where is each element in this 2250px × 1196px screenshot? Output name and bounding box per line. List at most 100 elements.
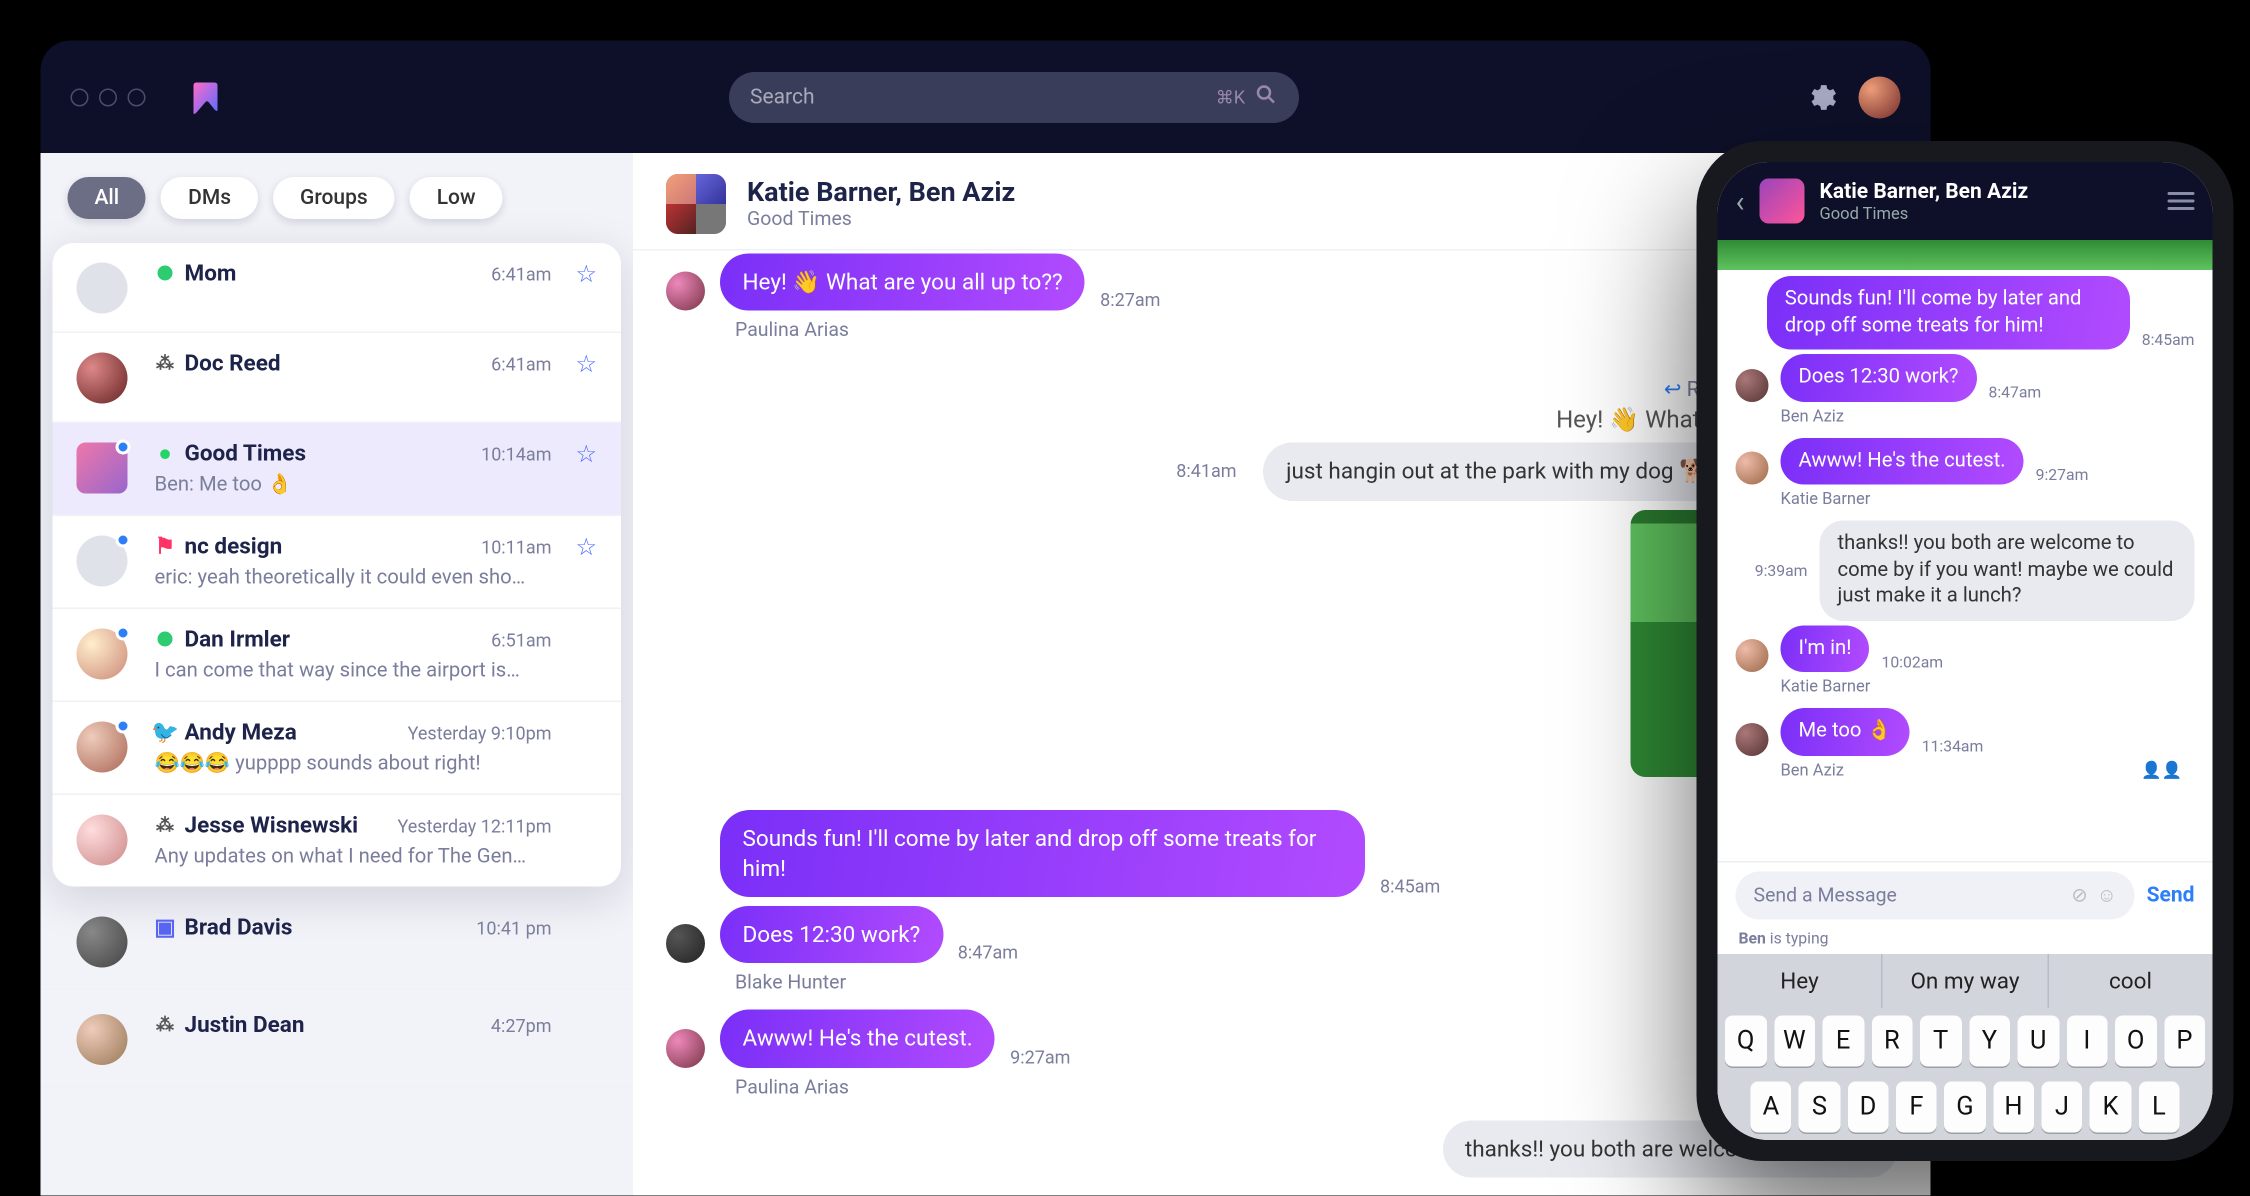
message-sender: Katie Barner [1781, 677, 2195, 697]
star-icon[interactable]: ☆ [575, 350, 597, 379]
conversation-preview: Any updates on what I need for The Gen… [155, 845, 598, 869]
settings-icon[interactable] [1805, 80, 1838, 113]
keyboard-key[interactable]: H [1993, 1082, 2034, 1133]
message-avatar-icon [1736, 452, 1769, 485]
conversation-item[interactable]: ▣Brad Davis 10:41 pm ☆ [41, 893, 634, 991]
keyboard-key[interactable]: G [1944, 1082, 1985, 1133]
phone-mockup: ‹ Katie Barner, Ben Aziz Good Times Soun… [1697, 141, 2234, 1161]
keyboard-key[interactable]: A [1751, 1082, 1792, 1133]
message-bubble: Does 12:30 work? [720, 906, 943, 963]
conversation-item[interactable]: ●Good Times 10:14am ☆ Ben: Me too 👌 [53, 423, 622, 516]
search-input[interactable]: Search ⌘K [729, 71, 1299, 122]
avatar-icon [77, 263, 128, 314]
keyboard-key[interactable]: R [1871, 1016, 1912, 1067]
conversation-preview: eric: yeah theoretically it could even s… [155, 566, 598, 590]
conversation-name: Good Times [185, 440, 307, 467]
menu-icon[interactable] [2168, 192, 2195, 210]
message-time: 8:47am [1988, 382, 2041, 402]
filter-dms[interactable]: DMs [161, 177, 258, 219]
user-avatar[interactable] [1859, 76, 1901, 118]
conversation-time: Yesterday 9:10pm [408, 722, 552, 743]
unread-dot-icon [116, 533, 131, 548]
conversation-time: 10:14am [481, 443, 551, 464]
avatar-icon [77, 722, 128, 773]
star-icon[interactable]: ☆ [575, 533, 597, 562]
message-avatar-icon [666, 272, 705, 311]
keyboard-key[interactable]: J [2041, 1082, 2082, 1133]
avatar-icon [77, 815, 128, 866]
keyboard-key[interactable]: I [2066, 1016, 2107, 1067]
keyboard-row: A S D F G H J K L [1718, 1074, 2213, 1140]
back-icon[interactable]: ‹ [1736, 183, 1745, 219]
conversation-preview: I can come that way since the airport is… [155, 659, 598, 683]
message-sender: Ben Aziz [1781, 760, 1844, 780]
conversation-item[interactable]: ⁂Justin Dean 4:27pm ☆ [41, 990, 634, 1088]
suggestion[interactable]: cool [2048, 954, 2212, 1008]
conversation-item[interactable]: Dan Irmler 6:51am ☆ I can come that way … [53, 609, 622, 702]
message-time: 9:39am [1755, 561, 1808, 581]
keyboard-key[interactable]: T [1920, 1016, 1961, 1067]
keyboard-key[interactable]: F [1896, 1082, 1937, 1133]
message-bubble: I'm in! [1781, 625, 1870, 672]
suggestion[interactable]: On my way [1883, 954, 2048, 1008]
status-dot-icon [158, 632, 173, 647]
message-time: 9:27am [2036, 465, 2089, 485]
keyboard-row: Q W E R T Y U I O P [1718, 1008, 2213, 1074]
message-time: 8:27am [1100, 290, 1160, 311]
message-bubble: Sounds fun! I'll come by later and drop … [720, 809, 1365, 897]
phone-chat-title: Katie Barner, Ben Aziz [1820, 179, 2029, 203]
chat-subtitle: Good Times [747, 209, 1015, 232]
keyboard-key[interactable]: W [1774, 1016, 1815, 1067]
message-bubble: Does 12:30 work? [1781, 354, 1977, 401]
keyboard-key[interactable]: L [2138, 1082, 2179, 1133]
message-time: 8:41am [1176, 461, 1236, 482]
conversation-name: Andy Meza [185, 719, 297, 746]
message-avatar-icon [1736, 640, 1769, 673]
chat-avatar-icon [666, 174, 726, 234]
keyboard-key[interactable]: K [2090, 1082, 2131, 1133]
conversation-time: 10:11am [481, 536, 551, 557]
conversation-item[interactable]: ⁂Doc Reed 6:41am ☆ [53, 333, 622, 423]
star-icon[interactable]: ☆ [575, 440, 597, 469]
attachment-icon[interactable]: ⊘ [2071, 884, 2087, 907]
conversation-item[interactable]: ⚑nc design 10:11am ☆ eric: yeah theoreti… [53, 516, 622, 609]
chat-title: Katie Barner, Ben Aziz [747, 177, 1015, 209]
avatar-icon [77, 1014, 128, 1065]
conversation-name: Brad Davis [185, 914, 293, 941]
keyboard-key[interactable]: Y [1969, 1016, 2010, 1067]
conversation-time: 6:41am [491, 263, 551, 284]
keyboard-key[interactable]: S [1799, 1082, 1840, 1133]
image-attachment [1718, 240, 2213, 270]
conversation-name: Jesse Wisnewski [185, 812, 359, 839]
filter-all[interactable]: All [68, 177, 147, 219]
keyboard-key[interactable]: U [2018, 1016, 2059, 1067]
emoji-icon[interactable]: ☺ [2097, 884, 2117, 908]
conversation-item[interactable]: 🐦Andy Meza Yesterday 9:10pm ☆ 😂😂😂 yupppp… [53, 702, 622, 795]
message-sender: Katie Barner [1781, 489, 2195, 509]
window-controls[interactable] [71, 88, 146, 106]
conversation-item[interactable]: ⁂Jesse Wisnewski Yesterday 12:11pm ☆ Any… [53, 795, 622, 887]
conversation-name: Dan Irmler [185, 626, 291, 653]
conversation-time: 10:41 pm [476, 917, 551, 938]
status-dot-icon [158, 266, 173, 281]
send-button[interactable]: Send [2147, 884, 2195, 908]
keyboard-key[interactable]: O [2115, 1016, 2156, 1067]
message-avatar-icon [666, 1028, 705, 1067]
message-sender: Ben Aziz [1781, 406, 2195, 426]
keyboard-key[interactable]: E [1823, 1016, 1864, 1067]
filter-groups[interactable]: Groups [273, 177, 395, 219]
keyboard-key[interactable]: Q [1725, 1016, 1766, 1067]
filter-low[interactable]: Low [410, 177, 503, 219]
app-logo-icon: ⚑ [155, 536, 176, 557]
suggestion[interactable]: Hey [1718, 954, 1883, 1008]
keyboard-key[interactable]: D [1847, 1082, 1888, 1133]
compose-input[interactable]: Send a Message⊘☺ [1736, 872, 2135, 920]
star-icon[interactable]: ☆ [575, 260, 597, 289]
keyboard-suggestions[interactable]: Hey On my way cool [1718, 954, 2213, 1008]
conversation-item[interactable]: Mom 6:41am ☆ [53, 243, 622, 333]
twitter-icon: 🐦 [155, 722, 176, 743]
conversation-time: 6:41am [491, 353, 551, 374]
message-time: 9:27am [1010, 1046, 1070, 1067]
keyboard-key[interactable]: P [2164, 1016, 2205, 1067]
message-time: 10:02am [1881, 653, 1943, 673]
